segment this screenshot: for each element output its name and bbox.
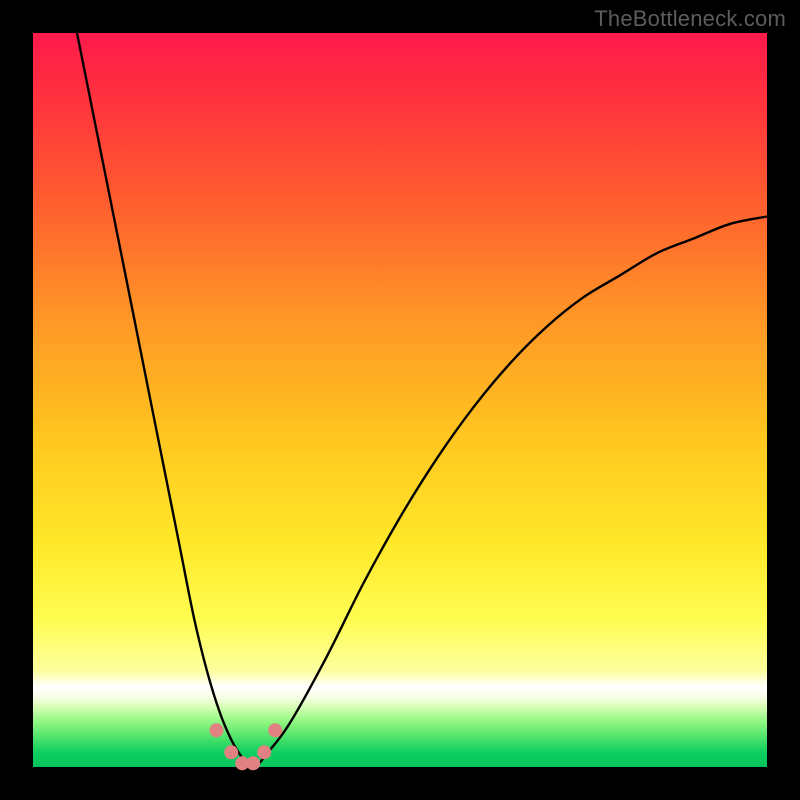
curve-marker xyxy=(268,723,282,737)
curve-marker xyxy=(246,756,260,770)
curve-marker xyxy=(210,723,224,737)
chart-stage: TheBottleneck.com xyxy=(0,0,800,800)
curve-marker xyxy=(257,745,271,759)
curve-svg xyxy=(33,33,767,767)
watermark-text: TheBottleneck.com xyxy=(594,6,786,32)
plot-area xyxy=(33,33,767,767)
curve-marker xyxy=(224,745,238,759)
bottleneck-curve xyxy=(77,33,767,767)
